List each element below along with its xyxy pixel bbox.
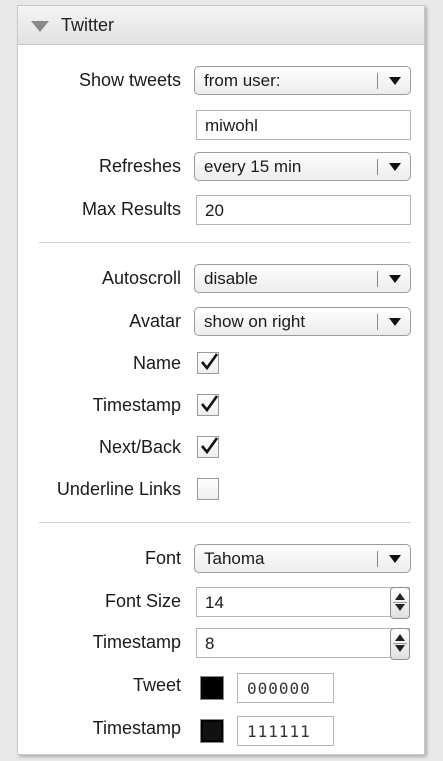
tweet-color-value: 000000 bbox=[247, 679, 311, 698]
checkmark-icon bbox=[201, 437, 219, 455]
select-separator bbox=[377, 314, 378, 330]
twitter-settings-panel: Twitter Show tweets from user: miwohl Re… bbox=[17, 5, 425, 755]
avatar-value: show on right bbox=[204, 312, 306, 331]
font-size-label: Font Size bbox=[104, 591, 181, 611]
stepper-down-icon[interactable] bbox=[395, 645, 405, 652]
max-results-label: Max Results bbox=[81, 199, 181, 219]
stepper-divider bbox=[393, 643, 407, 644]
timestamp-checkbox[interactable] bbox=[197, 394, 219, 416]
color-fill bbox=[203, 722, 221, 740]
timestamp-label: Timestamp bbox=[92, 395, 181, 415]
tweet-color-label: Tweet bbox=[132, 675, 181, 695]
tweet-color-swatch[interactable] bbox=[200, 676, 224, 700]
autoscroll-value: disable bbox=[204, 269, 258, 288]
font-label: Font bbox=[144, 548, 181, 568]
autoscroll-label: Autoscroll bbox=[101, 268, 181, 288]
nextback-checkbox[interactable] bbox=[197, 436, 219, 458]
timestamp-size-value: 8 bbox=[205, 634, 215, 653]
checkmark-icon bbox=[201, 395, 219, 413]
timestamp-size-label: Timestamp bbox=[92, 632, 181, 652]
show-tweets-value: from user: bbox=[204, 71, 281, 90]
timestamp-color-input[interactable]: 111111 bbox=[237, 716, 334, 746]
avatar-select[interactable]: show on right bbox=[194, 307, 411, 336]
name-checkbox[interactable] bbox=[197, 352, 219, 374]
dropdown-arrow-icon bbox=[389, 163, 401, 171]
show-tweets-label: Show tweets bbox=[78, 70, 181, 90]
show-tweets-select[interactable]: from user: bbox=[194, 66, 411, 95]
select-separator bbox=[377, 159, 378, 175]
max-results-input[interactable]: 20 bbox=[196, 195, 411, 225]
underline-links-label: Underline Links bbox=[56, 479, 181, 499]
autoscroll-select[interactable]: disable bbox=[194, 264, 411, 293]
panel-header[interactable]: Twitter bbox=[18, 6, 424, 45]
underline-links-checkbox[interactable] bbox=[197, 478, 219, 500]
panel-title: Twitter bbox=[61, 15, 115, 35]
stepper-divider bbox=[393, 602, 407, 603]
stepper-up-icon[interactable] bbox=[395, 634, 405, 641]
timestamp-color-swatch[interactable] bbox=[200, 719, 224, 743]
refreshes-select[interactable]: every 15 min bbox=[194, 152, 411, 181]
font-value: Tahoma bbox=[204, 549, 265, 568]
username-input[interactable]: miwohl bbox=[196, 110, 411, 140]
timestamp-size-stepper[interactable]: 8 bbox=[196, 628, 410, 660]
dropdown-arrow-icon bbox=[389, 318, 401, 326]
section-divider bbox=[39, 242, 411, 243]
timestamp-color-label: Timestamp bbox=[92, 718, 181, 738]
name-label: Name bbox=[132, 353, 181, 373]
select-separator bbox=[377, 73, 378, 89]
avatar-label: Avatar bbox=[129, 311, 181, 331]
tweet-color-input[interactable]: 000000 bbox=[237, 673, 334, 703]
font-size-value: 14 bbox=[205, 593, 224, 612]
checkmark-icon bbox=[201, 353, 219, 371]
stepper-down-icon[interactable] bbox=[395, 604, 405, 611]
refreshes-value: every 15 min bbox=[204, 157, 302, 176]
section-divider bbox=[39, 522, 411, 523]
username-value: miwohl bbox=[205, 116, 258, 135]
dropdown-arrow-icon bbox=[389, 555, 401, 563]
stepper-buttons[interactable] bbox=[390, 628, 410, 660]
refreshes-label: Refreshes bbox=[98, 156, 181, 176]
timestamp-color-value: 111111 bbox=[247, 722, 311, 741]
select-separator bbox=[377, 551, 378, 567]
font-select[interactable]: Tahoma bbox=[194, 544, 411, 573]
nextback-label: Next/Back bbox=[98, 437, 181, 457]
stepper-up-icon[interactable] bbox=[395, 593, 405, 600]
max-results-value: 20 bbox=[205, 201, 224, 220]
dropdown-arrow-icon bbox=[389, 275, 401, 283]
collapse-triangle-icon[interactable] bbox=[31, 21, 49, 32]
select-separator bbox=[377, 271, 378, 287]
color-fill bbox=[203, 679, 221, 697]
font-size-stepper[interactable]: 14 bbox=[196, 587, 410, 619]
stepper-buttons[interactable] bbox=[390, 587, 410, 619]
dropdown-arrow-icon bbox=[389, 77, 401, 85]
